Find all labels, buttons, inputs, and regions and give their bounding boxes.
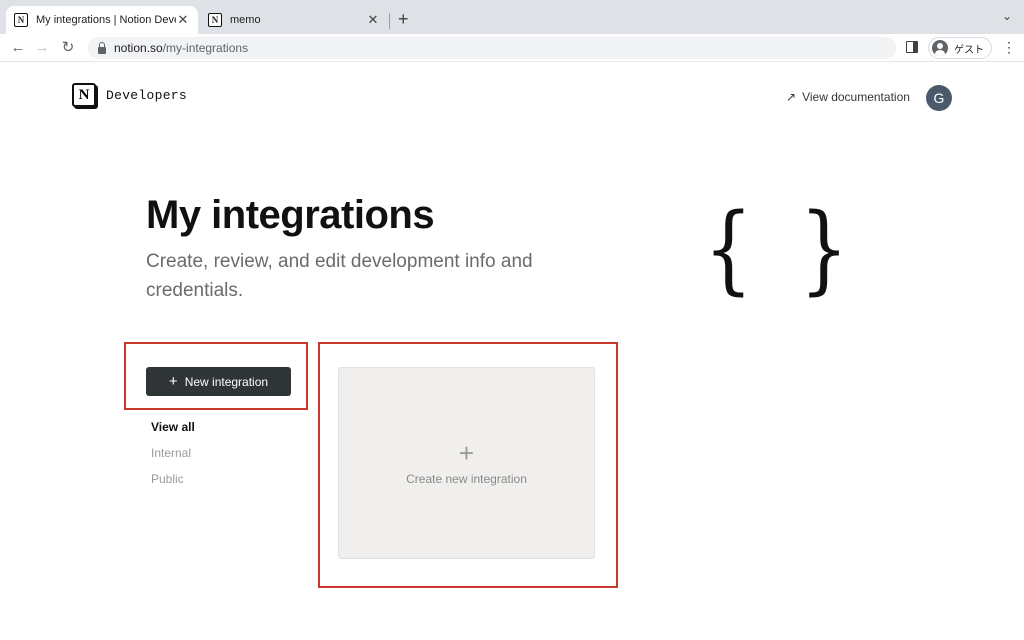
profile-avatar-icon <box>932 40 948 56</box>
page-subtitle: Create, review, and edit development inf… <box>146 251 533 301</box>
integration-filter-list: View all Internal Public <box>151 420 195 498</box>
browser-toolbar: ← → ↻ notion.so/my-integrations ゲスト ⋮ <box>0 34 1024 62</box>
reload-icon[interactable]: ↻ <box>58 38 78 58</box>
back-arrow-icon[interactable]: ← <box>8 38 28 58</box>
external-arrow-icon: ↗ <box>786 90 797 104</box>
lock-icon <box>98 41 106 54</box>
filter-public[interactable]: Public <box>151 472 195 498</box>
brand-link[interactable]: N Developers <box>72 83 187 107</box>
plus-icon: + <box>458 438 475 468</box>
forward-arrow-icon[interactable]: → <box>32 38 52 58</box>
close-tab-icon[interactable]: ✕ <box>176 12 190 28</box>
filter-internal[interactable]: Internal <box>151 446 195 472</box>
create-new-integration-card[interactable]: + Create new integration <box>338 367 595 559</box>
notion-favicon-icon: N <box>14 13 28 27</box>
new-integration-button[interactable]: + New integration <box>146 367 291 396</box>
tab-my-integrations[interactable]: N My integrations | Notion Developers ✕ <box>6 6 198 34</box>
page-title: My integrations <box>146 193 435 237</box>
filter-view-all[interactable]: View all <box>151 420 195 446</box>
tab-search-chevron-icon[interactable]: ⌄ <box>1002 9 1012 23</box>
url-path: /my-integrations <box>162 41 249 55</box>
address-bar[interactable]: notion.so/my-integrations <box>88 37 896 59</box>
notion-logo-icon: N <box>72 83 96 107</box>
tab-separator <box>389 13 390 29</box>
close-tab-icon[interactable]: ✕ <box>366 12 380 28</box>
brand-name: Developers <box>106 87 188 103</box>
tab-title: memo <box>230 14 261 26</box>
profile-button[interactable]: ゲスト <box>928 37 992 59</box>
view-documentation-link[interactable]: ↗ View documentation <box>786 90 910 104</box>
side-panel-icon[interactable] <box>906 41 918 53</box>
curly-braces-illustration: { } <box>704 193 860 305</box>
new-integration-label: New integration <box>184 374 269 389</box>
browser-tab-bar: N My integrations | Notion Developers ✕ … <box>0 0 1024 34</box>
browser-menu-icon[interactable]: ⋮ <box>1002 40 1016 54</box>
new-tab-icon[interactable]: + <box>398 9 409 29</box>
url-host: notion.so <box>114 41 163 55</box>
profile-label: ゲスト <box>954 44 984 56</box>
create-new-integration-label: Create new integration <box>406 472 527 486</box>
plus-icon: + <box>168 372 178 390</box>
view-documentation-label: View documentation <box>802 90 910 104</box>
user-avatar[interactable]: G <box>926 85 952 111</box>
tab-title: My integrations | Notion Developers <box>36 14 176 26</box>
page-content: N Developers ↗ View documentation G My i… <box>0 63 1024 640</box>
tab-memo[interactable]: N memo ✕ <box>200 6 388 34</box>
notion-favicon-icon: N <box>208 13 222 27</box>
